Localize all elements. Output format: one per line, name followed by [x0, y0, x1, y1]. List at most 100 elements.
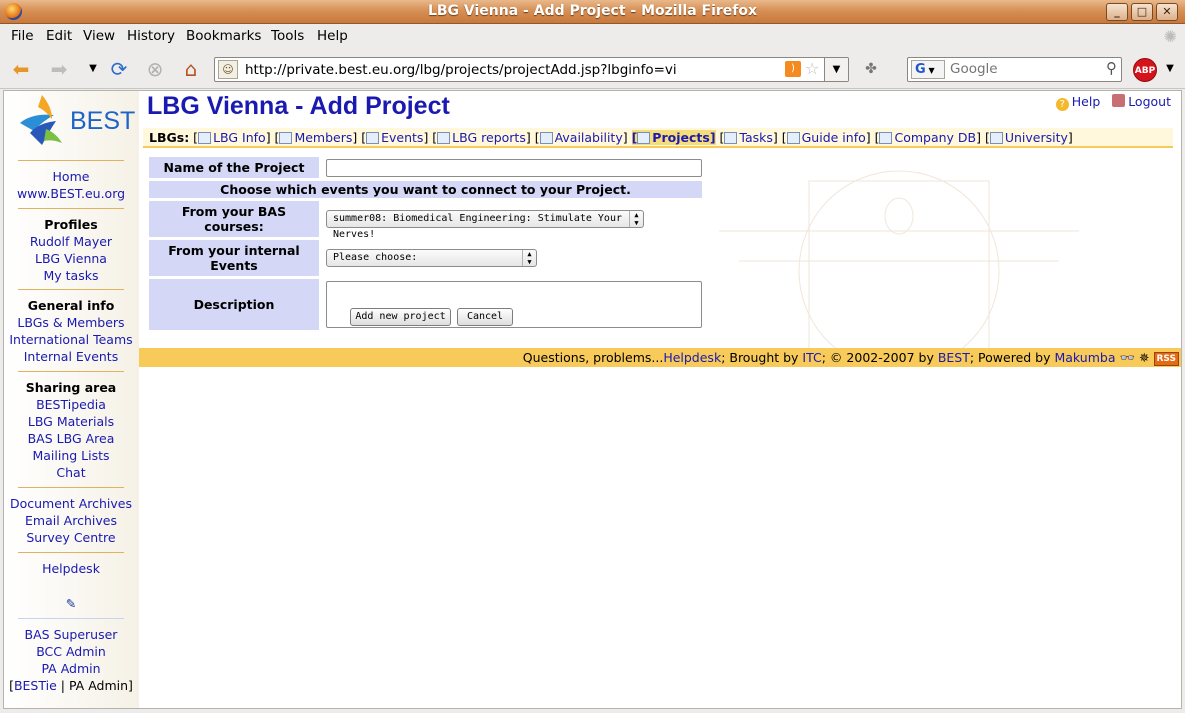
choose-events-heading: Choose which events you want to connect …: [149, 181, 702, 198]
menu-history[interactable]: History: [127, 28, 175, 44]
logout-link[interactable]: Logout: [1128, 94, 1171, 109]
availability-icon: [539, 132, 553, 144]
window-titlebar: LBG Vienna - Add Project - Mozilla Firef…: [0, 0, 1185, 24]
footer-itc-link[interactable]: ITC: [802, 350, 821, 365]
sidebar-divider: [18, 160, 124, 161]
footer-helpdesk-link[interactable]: Helpdesk: [663, 350, 721, 365]
history-dropdown-icon[interactable]: ▼: [80, 57, 106, 81]
tab-lbg-info[interactable]: LBG Info: [213, 130, 266, 145]
tasks-icon: [724, 132, 738, 144]
footer-makumba-link[interactable]: Makumba: [1054, 350, 1115, 365]
bug-icon[interactable]: ✵: [1139, 350, 1149, 365]
internal-events-label: From your internal Events: [149, 240, 319, 276]
sidebar: BEST Home www.BEST.eu.org Profiles Rudol…: [4, 91, 139, 708]
sidebar-link-bas-superuser[interactable]: BAS Superuser: [4, 627, 138, 642]
sidebar-heading-profiles: Profiles: [44, 217, 98, 232]
sidebar-link-bestipedia[interactable]: BESTipedia: [4, 397, 138, 412]
tab-projects-active[interactable]: [Projects]: [631, 130, 716, 145]
close-button[interactable]: ✕: [1156, 3, 1178, 21]
menu-help[interactable]: Help: [317, 28, 348, 44]
tab-events[interactable]: Events: [381, 130, 423, 145]
menu-bookmarks[interactable]: Bookmarks: [186, 28, 261, 44]
tab-availability[interactable]: Availability: [555, 130, 623, 145]
url-text[interactable]: http://private.best.eu.org/lbg/projects/…: [245, 62, 677, 78]
extension-icon[interactable]: ✤: [858, 57, 884, 81]
rss-icon[interactable]: RSS: [1153, 352, 1179, 366]
home-icon[interactable]: ⌂: [178, 57, 204, 81]
menu-tools[interactable]: Tools: [271, 28, 304, 44]
feed-icon[interactable]: ): [785, 61, 801, 77]
cancel-button[interactable]: Cancel: [457, 308, 513, 326]
sidebar-link-website[interactable]: www.BEST.eu.org: [4, 186, 138, 201]
tab-university[interactable]: University: [1005, 130, 1068, 145]
sidebar-divider: [18, 552, 124, 553]
top-links: ? Help Logout: [1055, 94, 1171, 111]
best-logo-icon: [20, 95, 62, 145]
sidebar-link-chat[interactable]: Chat: [4, 465, 138, 480]
tab-tasks[interactable]: Tasks: [739, 130, 773, 145]
logout-icon: [1112, 94, 1126, 107]
footer-best-link[interactable]: BEST: [938, 350, 970, 365]
stop-icon[interactable]: ⊗: [142, 57, 168, 81]
sidebar-link-helpdesk[interactable]: Helpdesk: [4, 561, 138, 576]
reload-icon[interactable]: ⟳: [106, 57, 132, 81]
menu-file[interactable]: File: [11, 28, 34, 44]
sidebar-link-lbg-vienna[interactable]: LBG Vienna: [4, 251, 138, 266]
company-db-icon: [879, 132, 893, 144]
menu-view[interactable]: View: [83, 28, 115, 44]
adblock-dropdown-icon[interactable]: ▼: [1162, 57, 1178, 81]
search-icon[interactable]: ⚲: [1106, 59, 1117, 77]
sidebar-link-lbgs-members[interactable]: LBGs & Members: [4, 315, 138, 330]
maximize-button[interactable]: □: [1131, 3, 1153, 21]
page-viewport: BEST Home www.BEST.eu.org Profiles Rudol…: [3, 90, 1182, 709]
page-title: LBG Vienna - Add Project: [147, 92, 450, 120]
sidebar-link-email-archives[interactable]: Email Archives: [4, 513, 138, 528]
sidebar-link-mailing-lists[interactable]: Mailing Lists: [4, 448, 138, 463]
tab-guide-info[interactable]: Guide info: [802, 130, 866, 145]
sidebar-link-lbg-materials[interactable]: LBG Materials: [4, 414, 138, 429]
sidebar-link-bcc-admin[interactable]: BCC Admin: [4, 644, 138, 659]
bookmark-star-icon[interactable]: ☆: [805, 59, 819, 78]
sidebar-link-pa-admin[interactable]: PA Admin: [4, 661, 138, 676]
back-icon[interactable]: ⬅: [8, 57, 34, 81]
glasses-icon[interactable]: 👓: [1119, 350, 1135, 365]
search-engine-icon[interactable]: G ▼: [911, 60, 945, 79]
tab-members[interactable]: Members: [294, 130, 352, 145]
minimize-button[interactable]: _: [1106, 3, 1128, 21]
address-bar[interactable]: ☺ http://private.best.eu.org/lbg/project…: [214, 57, 849, 82]
sidebar-link-bas-lbg-area[interactable]: BAS LBG Area: [4, 431, 138, 446]
sidebar-link-bestie[interactable]: BESTie: [14, 678, 57, 693]
menu-edit[interactable]: Edit: [46, 28, 72, 44]
compose-icon[interactable]: ✎: [4, 596, 138, 611]
internal-events-select[interactable]: Please choose: ▲ ▼: [326, 249, 537, 267]
forward-icon[interactable]: ➡: [46, 57, 72, 81]
select-arrow-icon: ▲ ▼: [629, 211, 643, 227]
project-name-input[interactable]: [326, 158, 702, 177]
navigation-toolbar: ⬅ ➡ ▼ ⟳ ⊗ ⌂ ☺ http://private.best.eu.org…: [0, 49, 1185, 89]
sidebar-link-document-archives[interactable]: Document Archives: [4, 496, 138, 511]
bas-courses-select[interactable]: summer08: Biomedical Engineering: Stimul…: [326, 210, 644, 240]
sidebar-link-my-tasks[interactable]: My tasks: [4, 268, 138, 283]
sidebar-link-international-teams[interactable]: International Teams: [4, 332, 138, 347]
sidebar-link-internal-events[interactable]: Internal Events: [4, 349, 138, 364]
search-input[interactable]: [950, 61, 1100, 77]
events-icon: [366, 132, 380, 144]
footer-bar: Questions, problems...Helpdesk; Brought …: [139, 348, 1181, 367]
guide-icon: [786, 132, 800, 144]
search-box[interactable]: G ▼ ⚲: [907, 57, 1122, 82]
sidebar-link-home[interactable]: Home: [4, 169, 138, 184]
tab-lbg-reports[interactable]: LBG reports: [452, 130, 526, 145]
url-dropdown-icon[interactable]: ▼: [824, 58, 848, 81]
adblock-icon[interactable]: ABP: [1133, 58, 1157, 82]
help-link[interactable]: Help: [1072, 94, 1101, 109]
sidebar-link-survey-centre[interactable]: Survey Centre: [4, 530, 138, 545]
throbber-icon: ✺: [1163, 27, 1177, 46]
tab-company-db[interactable]: Company DB: [894, 130, 976, 145]
help-icon: ?: [1055, 98, 1069, 111]
select-arrow-icon: ▲ ▼: [522, 250, 536, 266]
best-logo[interactable]: BEST: [12, 93, 135, 151]
sidebar-link-rudolf-mayer[interactable]: Rudolf Mayer: [4, 234, 138, 249]
add-project-button[interactable]: Add new project: [350, 308, 451, 326]
site-identity-icon[interactable]: ☺: [218, 60, 238, 79]
description-label: Description: [149, 279, 319, 330]
